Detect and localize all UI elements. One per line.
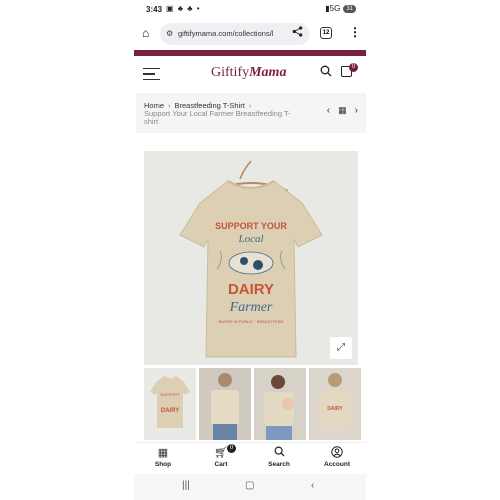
shirt-text-line4: Farmer xyxy=(229,300,273,315)
next-product-icon[interactable]: › xyxy=(355,105,358,116)
signal-icon: ▮5G xyxy=(325,4,341,13)
tab-switcher-button[interactable]: 12 xyxy=(320,27,332,39)
svg-text:DAIRY: DAIRY xyxy=(327,406,343,412)
thumbnail-strip: SUPPORT DAIRY DAIRY xyxy=(144,368,362,440)
browser-toolbar: ⌂ ⚙ giftifymama.com/collections/l 12 ⋮ xyxy=(134,20,366,48)
nav-cart-badge: 0 xyxy=(227,444,236,453)
home-icon[interactable]: ⌂ xyxy=(142,26,149,40)
search-icon xyxy=(250,446,308,459)
thumbnail-4[interactable]: DAIRY xyxy=(309,368,361,440)
system-navigation-bar: ||| ▢ ‹ xyxy=(134,474,366,500)
thumbnail-3[interactable] xyxy=(254,368,306,440)
more-menu-icon[interactable]: ⋮ xyxy=(349,25,361,39)
nav-shop[interactable]: ▦ Shop xyxy=(134,443,192,472)
nav-search-label: Search xyxy=(268,461,290,468)
cart-icon: 🛒︎ xyxy=(214,447,228,459)
share-icon[interactable] xyxy=(292,26,303,40)
recents-icon[interactable]: ||| xyxy=(182,480,190,491)
account-icon xyxy=(308,446,366,459)
back-icon[interactable]: ‹ xyxy=(311,480,314,491)
nav-search[interactable]: Search xyxy=(250,443,308,472)
nav-cart-label: Cart xyxy=(214,461,228,468)
site-logo[interactable]: GiftifyMama xyxy=(211,65,286,81)
announcement-bar xyxy=(134,50,366,56)
home-button-icon[interactable]: ▢ xyxy=(245,480,254,491)
cart-count-badge: 0 xyxy=(349,63,358,72)
search-icon[interactable] xyxy=(320,65,332,80)
thumbnail-2[interactable] xyxy=(199,368,251,440)
status-right: ▮5G 31 xyxy=(325,4,356,13)
url-text: giftifymama.com/collections/l xyxy=(178,29,274,38)
shirt-text-line3: DAIRY xyxy=(228,281,274,298)
nav-cart[interactable]: 🛒︎ 0 Cart xyxy=(192,443,250,472)
breadcrumb: Home › Breastfeeding T-Shirt › Support Your… xyxy=(136,93,366,133)
product-nav: ‹ ▦ › xyxy=(327,105,358,116)
tshirt-illustration: SUPPORT YOUR Local DAIRY Farmer NURSE IN… xyxy=(179,160,323,358)
url-bar[interactable]: ⚙ giftifymama.com/collections/l xyxy=(160,23,310,45)
notification-icons: ▣ ♣ ♣ • xyxy=(166,4,201,13)
grid-icon: ▦ xyxy=(157,447,169,459)
phone-screen: 3:43 ▣ ♣ ♣ • ▮5G 31 ⌂ ⚙ giftifymama.com/… xyxy=(134,0,366,500)
thumbnail-1[interactable]: SUPPORT DAIRY xyxy=(144,368,196,440)
site-header: GiftifyMama 0 xyxy=(134,58,366,90)
shirt-text-line1: SUPPORT YOUR xyxy=(215,221,287,231)
logo-suffix: Mama xyxy=(249,65,287,80)
prev-product-icon[interactable]: ‹ xyxy=(327,105,330,116)
breadcrumb-current: Support Your Local Farmer Breastfeeding … xyxy=(144,109,291,126)
shirt-text-arc: NURSE IN PUBLIC · BREASTFEED xyxy=(219,319,284,324)
status-bar: 3:43 ▣ ♣ ♣ • ▮5G 31 xyxy=(134,0,366,20)
svg-text:SUPPORT: SUPPORT xyxy=(160,392,180,397)
product-main-image[interactable]: SUPPORT YOUR Local DAIRY Farmer NURSE IN… xyxy=(144,151,358,365)
nav-shop-label: Shop xyxy=(154,461,172,468)
battery-icon: 31 xyxy=(343,4,356,13)
zoom-button[interactable]: ⤢ xyxy=(330,337,352,359)
shirt-text-line2: Local xyxy=(237,233,263,245)
menu-icon[interactable] xyxy=(143,68,160,84)
logo-prefix: Giftify xyxy=(211,65,250,80)
site-settings-icon[interactable]: ⚙ xyxy=(166,23,173,45)
bottom-navigation: ▦ Shop 🛒︎ 0 Cart Search Account xyxy=(134,442,366,472)
nav-account-label: Account xyxy=(324,461,350,468)
grid-icon[interactable]: ▦ xyxy=(338,105,347,116)
svg-text:DAIRY: DAIRY xyxy=(161,408,179,414)
nav-account[interactable]: Account xyxy=(308,443,366,472)
status-time: 3:43 xyxy=(146,5,163,14)
page: 3:43 ▣ ♣ ♣ • ▮5G 31 ⌂ ⚙ giftifymama.com/… xyxy=(0,0,500,500)
